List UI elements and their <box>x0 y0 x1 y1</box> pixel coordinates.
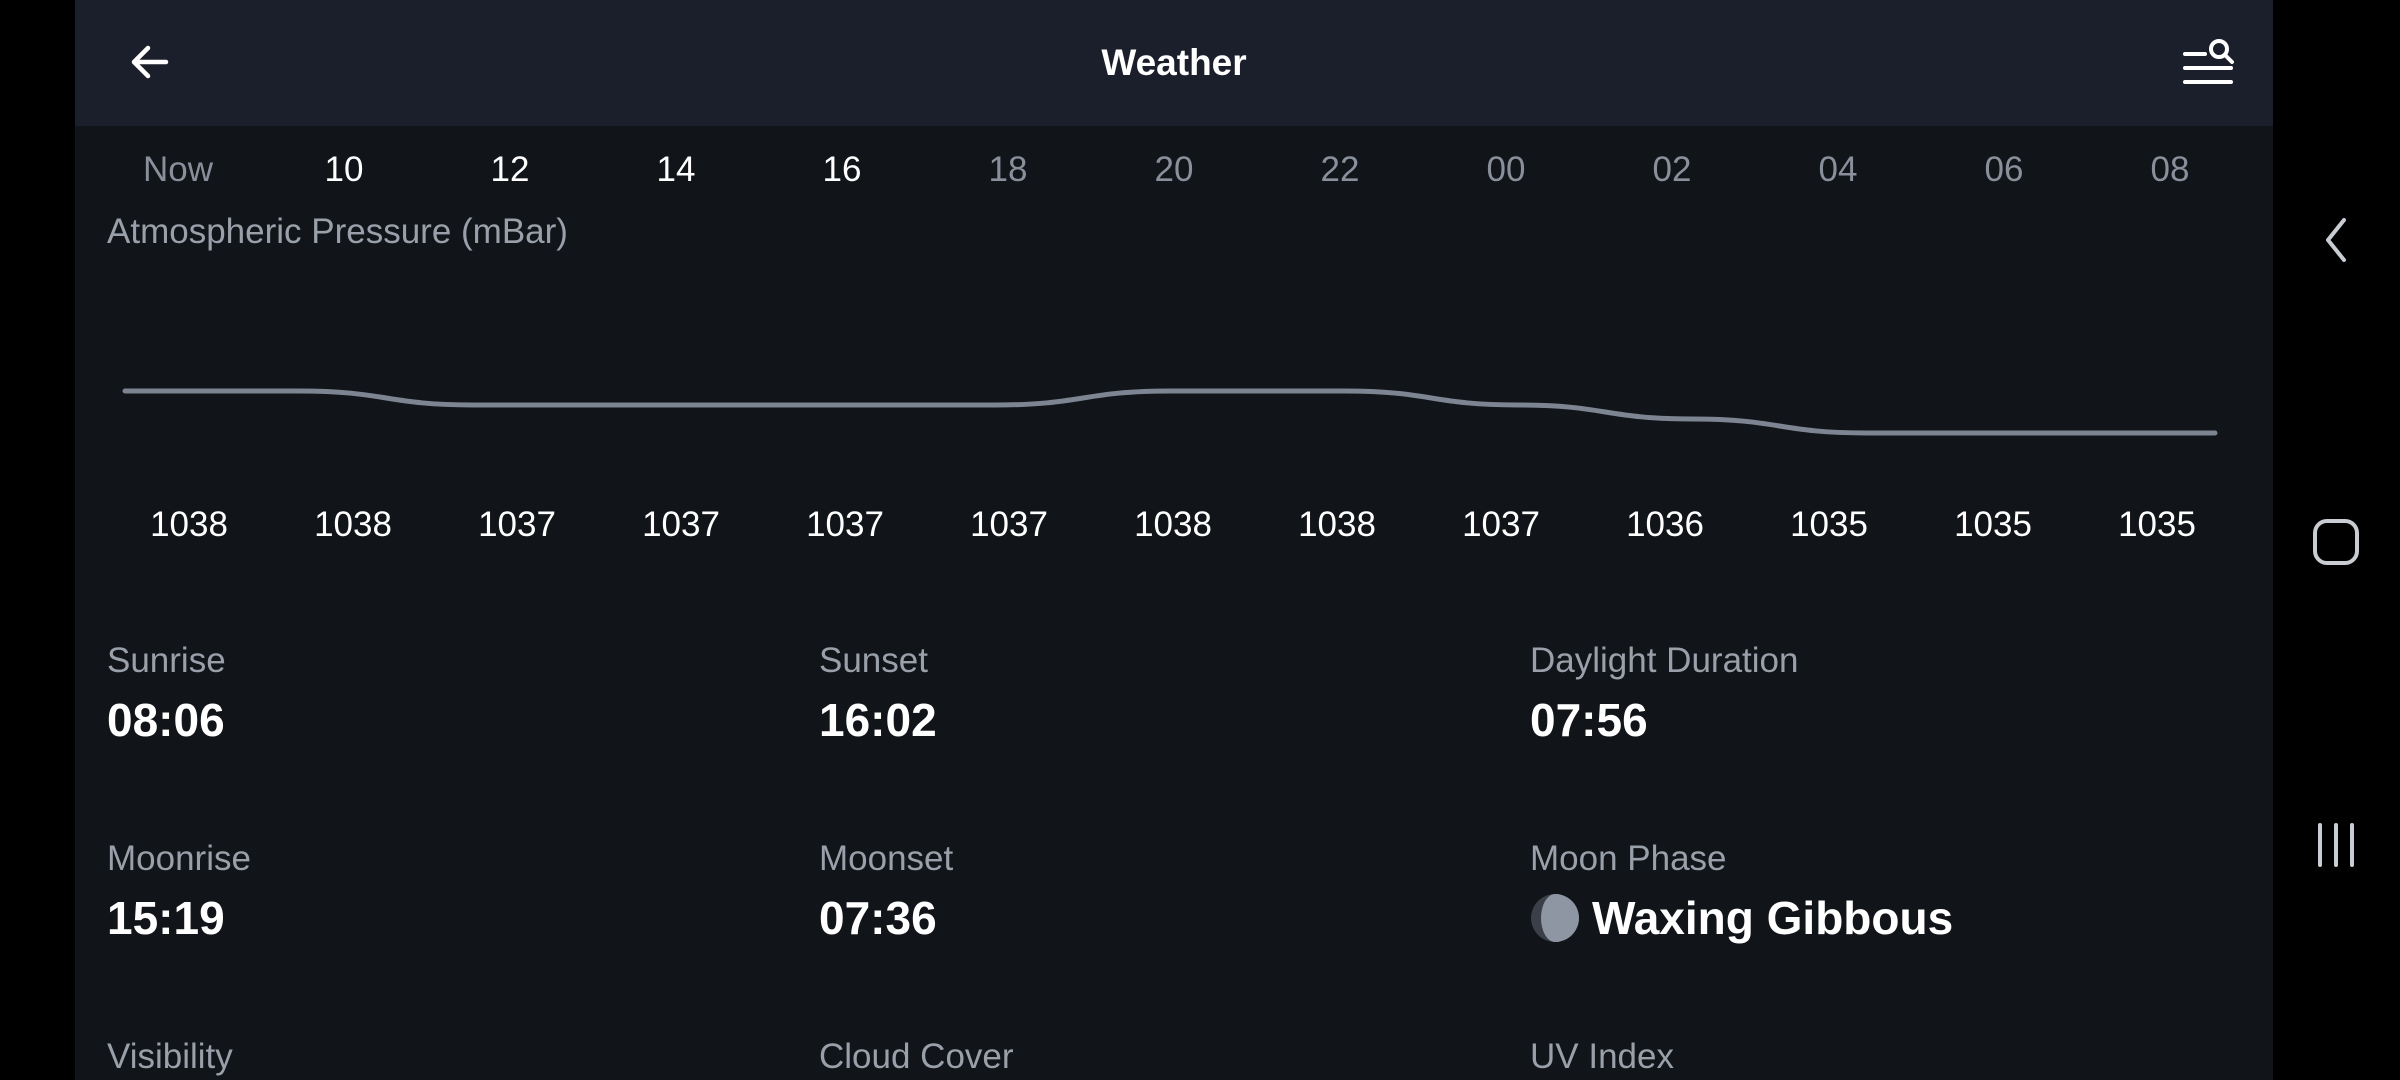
pressure-value: 1038 <box>1134 505 1212 544</box>
hour-label: 18 <box>988 150 1028 189</box>
cloud-cover-detail: Cloud Cover <box>819 1036 1014 1078</box>
moonrise-detail: Moonrise 15:19 <box>107 838 251 946</box>
moon-phase-label: Moon Phase <box>1530 839 1727 878</box>
system-navigation-bar <box>2273 0 2400 1080</box>
arrow-left-icon <box>131 45 169 79</box>
moonrise-value: 15:19 <box>107 892 225 944</box>
daylight-duration-value: 07:56 <box>1530 694 1648 746</box>
hour-timeline: Now 10 12 14 16 18 20 22 00 02 04 06 08 <box>75 150 2273 200</box>
search-list-icon <box>2183 39 2234 84</box>
hour-label: 12 <box>490 150 530 189</box>
hour-label: 14 <box>656 150 696 189</box>
hour-label: 04 <box>1818 150 1858 189</box>
uv-index-label: UV Index <box>1530 1037 1674 1076</box>
moonrise-label: Moonrise <box>107 839 251 878</box>
chevron-left-icon <box>2326 218 2346 262</box>
pressure-value: 1038 <box>1298 505 1376 544</box>
hour-label: 08 <box>2150 150 2190 189</box>
visibility-detail: Visibility <box>107 1036 233 1078</box>
hour-label: 10 <box>324 150 364 189</box>
visibility-label: Visibility <box>107 1037 233 1076</box>
pressure-value: 1037 <box>806 505 884 544</box>
top-app-bar: Weather <box>75 0 2273 126</box>
pressure-value: 1035 <box>2118 505 2196 544</box>
hour-label: 02 <box>1652 150 1692 189</box>
sunrise-value: 08:06 <box>107 694 225 746</box>
moon-phase-value: Waxing Gibbous <box>1592 892 1954 944</box>
sunset-value: 16:02 <box>819 694 937 746</box>
pressure-chart <box>122 388 2218 436</box>
hour-label: 06 <box>1984 150 2024 189</box>
hour-label: 16 <box>822 150 862 189</box>
uv-index-detail: UV Index <box>1530 1036 1674 1078</box>
moonset-value: 07:36 <box>819 892 937 944</box>
pressure-value: 1037 <box>478 505 556 544</box>
hour-label: Now <box>142 150 214 189</box>
sunset-label: Sunset <box>819 641 928 680</box>
pressure-value: 1035 <box>1790 505 1868 544</box>
pressure-value: 1035 <box>1954 505 2032 544</box>
pressure-value: 1038 <box>150 505 228 544</box>
page-title: Weather <box>1101 42 1247 83</box>
moon-phase-detail: Moon Phase Waxing Gibbous <box>1530 838 1953 946</box>
weather-app: Weather Now 10 12 14 16 18 20 22 00 02 0… <box>75 0 2273 1080</box>
daylight-duration-label: Daylight Duration <box>1530 641 1799 680</box>
cloud-cover-label: Cloud Cover <box>819 1037 1014 1076</box>
pressure-line <box>122 388 2218 436</box>
pressure-section-label: Atmospheric Pressure (mBar) <box>107 212 568 251</box>
pressure-values-row: 1038 1038 1037 1037 1037 1037 1038 1038 … <box>75 505 2273 555</box>
nav-home-button[interactable] <box>2291 497 2381 587</box>
sunset-detail: Sunset 16:02 <box>819 640 937 748</box>
search-location-button[interactable] <box>2178 33 2240 95</box>
back-button[interactable] <box>121 33 179 91</box>
pressure-value: 1037 <box>1462 505 1540 544</box>
nav-back-button[interactable] <box>2291 195 2381 285</box>
hour-label: 00 <box>1486 150 1526 189</box>
sunrise-label: Sunrise <box>107 641 226 680</box>
pressure-value: 1038 <box>314 505 392 544</box>
home-icon <box>2313 519 2359 565</box>
moonset-label: Moonset <box>819 839 954 878</box>
moonset-detail: Moonset 07:36 <box>819 838 953 946</box>
pressure-value: 1037 <box>970 505 1048 544</box>
hour-label: 20 <box>1154 150 1194 189</box>
daylight-duration-detail: Daylight Duration 07:56 <box>1530 640 1798 748</box>
recents-icon <box>2318 823 2354 867</box>
pressure-value: 1037 <box>642 505 720 544</box>
nav-recents-button[interactable] <box>2291 800 2381 890</box>
moon-phase-value-row: Waxing Gibbous <box>1530 890 1953 946</box>
left-margin <box>0 0 75 1080</box>
hour-label: 22 <box>1320 150 1360 189</box>
pressure-value: 1036 <box>1626 505 1704 544</box>
moon-waxing-gibbous-icon <box>1531 894 1579 942</box>
sunrise-detail: Sunrise 08:06 <box>107 640 226 748</box>
